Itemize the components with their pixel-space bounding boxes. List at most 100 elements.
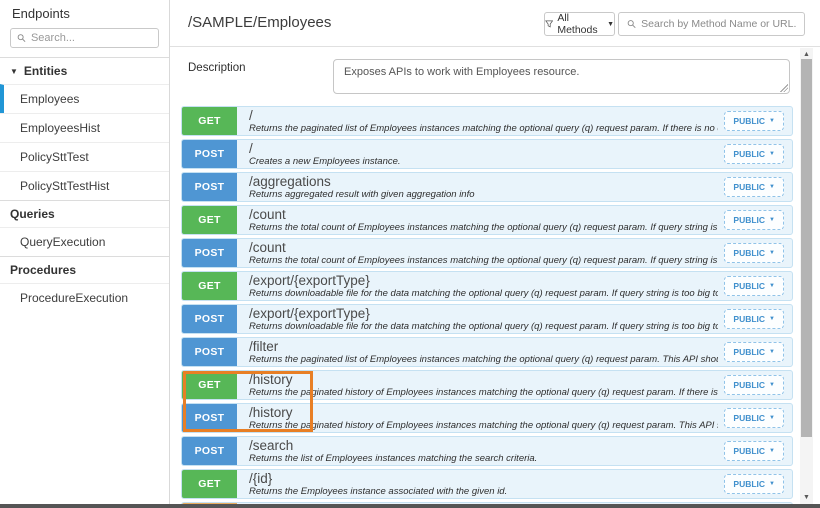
visibility-dropdown[interactable]: PUBLIC ▼	[724, 309, 784, 329]
endpoint-path: /	[249, 108, 718, 123]
endpoint-row[interactable]: POST / Creates a new Employees instance.…	[181, 139, 793, 169]
visibility-dropdown[interactable]: PUBLIC ▼	[724, 375, 784, 395]
visibility-label: PUBLIC	[733, 479, 765, 489]
endpoint-text: / Creates a new Employees instance.	[237, 140, 724, 168]
chevron-down-icon: ▼	[769, 184, 775, 190]
endpoint-text: /count Returns the total count of Employ…	[237, 239, 724, 267]
endpoint-row[interactable]: POST /filter Returns the paginated list …	[181, 337, 793, 367]
method-search-input[interactable]	[641, 18, 796, 30]
endpoint-description: Returns the paginated history of Employe…	[249, 387, 718, 398]
search-icon	[627, 19, 636, 29]
endpoint-description: Returns aggregated result with given agg…	[249, 189, 718, 200]
endpoint-path: /filter	[249, 339, 718, 354]
visibility-dropdown[interactable]: PUBLIC ▼	[724, 342, 784, 362]
sidebar-section-entities[interactable]: ▼Entities	[0, 57, 169, 84]
api-explorer-window: Endpoints ▼EntitiesEmployeesEmployeesHis…	[0, 0, 820, 508]
visibility-label: PUBLIC	[733, 116, 765, 126]
chevron-down-icon: ▼	[607, 21, 614, 28]
visibility-dropdown[interactable]: PUBLIC ▼	[724, 111, 784, 131]
method-badge: POST	[182, 140, 237, 168]
sidebar-search-input[interactable]	[31, 32, 152, 44]
visibility-label: PUBLIC	[733, 149, 765, 159]
section-label: Procedures	[10, 263, 76, 277]
endpoint-text: / Returns the paginated list of Employee…	[237, 107, 724, 135]
endpoint-text: /aggregations Returns aggregated result …	[237, 173, 724, 201]
visibility-label: PUBLIC	[733, 347, 765, 357]
chevron-down-icon: ▼	[769, 217, 775, 223]
endpoint-row[interactable]: GET /history Returns the paginated histo…	[181, 370, 793, 400]
endpoint-row[interactable]: GET /export/{exportType} Returns downloa…	[181, 271, 793, 301]
endpoint-path: /{id}	[249, 471, 718, 486]
endpoint-path: /count	[249, 207, 718, 222]
sidebar-title: Endpoints	[0, 0, 169, 25]
visibility-dropdown[interactable]: PUBLIC ▼	[724, 243, 784, 263]
endpoint-row[interactable]: POST /search Returns the list of Employe…	[181, 436, 793, 466]
sidebar-item-procedureexecution[interactable]: ProcedureExecution	[0, 283, 169, 312]
endpoint-text: /count Returns the total count of Employ…	[237, 206, 724, 234]
visibility-dropdown[interactable]: PUBLIC ▼	[724, 177, 784, 197]
method-badge: GET	[182, 470, 237, 498]
endpoint-text: /export/{exportType} Returns downloadabl…	[237, 305, 724, 333]
endpoint-row[interactable]: GET / Returns the paginated list of Empl…	[181, 106, 793, 136]
endpoint-path: /search	[249, 438, 718, 453]
endpoint-row[interactable]: POST /count Returns the total count of E…	[181, 238, 793, 268]
endpoint-description: Returns downloadable file for the data m…	[249, 321, 718, 332]
description-field-wrap: Exposes APIs to work with Employees reso…	[333, 59, 790, 94]
sidebar-item-queryexecution[interactable]: QueryExecution	[0, 227, 169, 256]
chevron-down-icon: ▼	[769, 151, 775, 157]
endpoint-text: /export/{exportType} Returns downloadabl…	[237, 272, 724, 300]
endpoint-description: Returns the paginated history of Employe…	[249, 420, 718, 431]
method-badge: GET	[182, 272, 237, 300]
method-badge: POST	[182, 239, 237, 267]
chevron-down-icon: ▼	[769, 481, 775, 487]
visibility-dropdown[interactable]: PUBLIC ▼	[724, 474, 784, 494]
sidebar-sections: ▼EntitiesEmployeesEmployeesHistPolicyStt…	[0, 57, 169, 312]
page-title: /SAMPLE/Employees	[188, 14, 331, 31]
all-methods-label: All Methods	[557, 12, 603, 36]
endpoint-description: Returns the total count of Employees ins…	[249, 222, 718, 233]
sidebar-item-employeeshist[interactable]: EmployeesHist	[0, 113, 169, 142]
sidebar-item-employees[interactable]: Employees	[0, 84, 169, 113]
endpoint-text: /filter Returns the paginated list of Em…	[237, 338, 724, 366]
visibility-label: PUBLIC	[733, 413, 765, 423]
sidebar-search[interactable]	[10, 28, 159, 48]
endpoint-row[interactable]: GET /{id} Returns the Employees instance…	[181, 469, 793, 499]
endpoint-description: Returns the list of Employees instances …	[249, 453, 718, 464]
visibility-dropdown[interactable]: PUBLIC ▼	[724, 441, 784, 461]
endpoint-text: /history Returns the paginated history o…	[237, 404, 724, 432]
visibility-dropdown[interactable]: PUBLIC ▼	[724, 276, 784, 296]
chevron-down-icon: ▼	[769, 382, 775, 388]
endpoint-list: GET / Returns the paginated list of Empl…	[181, 106, 793, 504]
sidebar-item-policystttest[interactable]: PolicySttTest	[0, 142, 169, 171]
main-header: /SAMPLE/Employees All Methods ▼	[170, 0, 820, 47]
section-label: Entities	[24, 64, 67, 78]
chevron-down-icon: ▼	[769, 349, 775, 355]
method-badge: POST	[182, 404, 237, 432]
sidebar-item-policystttesthist[interactable]: PolicySttTestHist	[0, 171, 169, 200]
method-badge: POST	[182, 173, 237, 201]
method-badge: POST	[182, 437, 237, 465]
endpoint-path: /history	[249, 372, 718, 387]
method-badge: GET	[182, 206, 237, 234]
endpoint-row[interactable]: POST /aggregations Returns aggregated re…	[181, 172, 793, 202]
visibility-dropdown[interactable]: PUBLIC ▼	[724, 210, 784, 230]
all-methods-dropdown[interactable]: All Methods ▼	[544, 12, 615, 36]
method-search[interactable]	[618, 12, 805, 36]
endpoint-row[interactable]: GET /count Returns the total count of Em…	[181, 205, 793, 235]
endpoint-description: Returns the paginated list of Employees …	[249, 354, 718, 365]
visibility-label: PUBLIC	[733, 182, 765, 192]
description-textarea[interactable]: Exposes APIs to work with Employees reso…	[333, 59, 790, 94]
method-badge: GET	[182, 107, 237, 135]
endpoint-text: /{id} Returns the Employees instance ass…	[237, 470, 724, 498]
visibility-label: PUBLIC	[733, 380, 765, 390]
chevron-down-icon: ▼	[769, 316, 775, 322]
visibility-dropdown[interactable]: PUBLIC ▼	[724, 144, 784, 164]
visibility-label: PUBLIC	[733, 446, 765, 456]
method-badge: POST	[182, 305, 237, 333]
endpoint-row[interactable]: POST /export/{exportType} Returns downlo…	[181, 304, 793, 334]
visibility-dropdown[interactable]: PUBLIC ▼	[724, 408, 784, 428]
scroll-down-arrow-icon[interactable]: ▼	[800, 492, 813, 503]
scrollbar-thumb[interactable]	[801, 59, 812, 437]
endpoint-path: /aggregations	[249, 174, 718, 189]
endpoint-row[interactable]: POST /history Returns the paginated hist…	[181, 403, 793, 433]
